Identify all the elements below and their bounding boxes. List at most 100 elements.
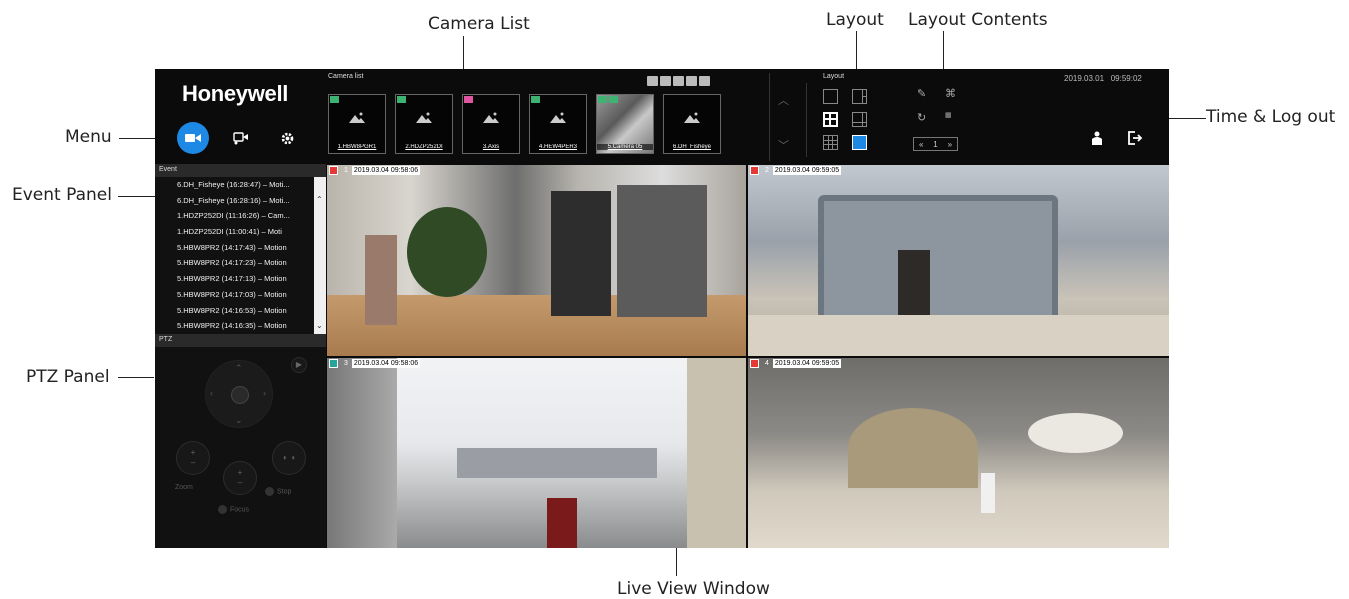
live-view-tile[interactable]: 2 2019.03.04 09:59:05 xyxy=(748,165,1169,356)
tile-timestamp: 2019.03.04 09:58:06 xyxy=(351,166,421,175)
tile-header: 4 2019.03.04 09:59:05 xyxy=(748,358,842,369)
event-list: 6.DH_Fisheye (16:28:47) – Moti... 6.DH_F… xyxy=(155,177,314,334)
camera-name: 2.HDZP252DI xyxy=(405,144,443,150)
minus-icon[interactable] xyxy=(647,76,658,86)
camera-name: 4.HEW4PER3 xyxy=(538,144,577,150)
layout-2x2-button[interactable] xyxy=(823,112,838,127)
layout-page-nav[interactable]: « 1 » xyxy=(913,137,958,151)
camera-list-label: Camera list xyxy=(328,73,364,80)
tile-timestamp: 2019.03.04 09:59:05 xyxy=(772,166,842,175)
layout-3x3-button[interactable] xyxy=(823,135,838,150)
scroll-down-icon[interactable]: ﹀ xyxy=(778,137,789,153)
live-view-tile[interactable]: 4 2019.03.04 09:59:05 xyxy=(748,358,1169,548)
zoom-control[interactable]: + – xyxy=(176,441,210,475)
user-icon[interactable] xyxy=(1091,131,1103,145)
tile-timestamp: 2019.03.04 09:59:05 xyxy=(772,359,842,368)
camera-config-menu-button[interactable] xyxy=(225,122,257,154)
camera-thumb[interactable]: 6.DH_Fisheye xyxy=(663,94,721,154)
callout-camera-list: Camera List xyxy=(428,14,530,34)
camera-thumb[interactable]: 4.HEW4PER3 xyxy=(529,94,587,154)
record-icon[interactable] xyxy=(686,76,697,86)
tile-header: 1 2019.03.04 09:58:06 xyxy=(327,165,421,176)
camera-thumb[interactable]: 1.HBW8PGR1 xyxy=(328,94,386,154)
chevron-down-icon[interactable]: ⌄ xyxy=(235,415,243,426)
tile-status-indicator xyxy=(329,166,338,175)
list-item[interactable]: 1.HDZP252DI (11:16:26) – Cam... xyxy=(155,208,314,224)
back-icon[interactable] xyxy=(660,76,671,86)
chevron-up-icon[interactable]: ⌃ xyxy=(316,195,323,204)
logout-icon[interactable] xyxy=(1127,131,1143,145)
live-view-tile[interactable]: 3 2019.03.04 09:58:06 xyxy=(327,358,746,548)
status-tag xyxy=(330,96,339,103)
list-item[interactable]: 6.DH_Fisheye (16:28:16) – Moti... xyxy=(155,193,314,209)
iris-control[interactable]: ◐ ◑ xyxy=(272,441,306,475)
scroll-up-icon[interactable]: ︿ xyxy=(778,92,789,108)
clock: 2019.03.01 09:59:02 xyxy=(1064,74,1142,83)
tile-number: 4 xyxy=(765,360,769,367)
ptz-panel-header: PTZ xyxy=(155,334,326,347)
top-bar: Honeywell Camera list 1.HBW8PGR1 2.HDZP2… xyxy=(155,69,1169,164)
date-display: 2019.03.01 xyxy=(1064,74,1105,83)
layout-1x1-button[interactable] xyxy=(823,89,838,104)
chevron-up-icon[interactable]: ⌃ xyxy=(235,363,243,374)
left-panel: Event 6.DH_Fisheye (16:28:47) – Moti... … xyxy=(155,164,326,548)
callout-time-logout: Time & Log out xyxy=(1206,107,1336,127)
download-icon[interactable] xyxy=(699,76,710,86)
honeywell-app-window: Honeywell Camera list 1.HBW8PGR1 2.HDZP2… xyxy=(155,69,1169,548)
list-item[interactable]: 1.HDZP252DI (11:00:41) – Moti xyxy=(155,224,314,240)
chevron-left-icon[interactable]: ‹ xyxy=(210,388,213,398)
joystick-center[interactable] xyxy=(231,386,249,404)
focus-control[interactable]: + – xyxy=(223,461,257,495)
event-scrollbar[interactable]: ⌃ ⌄ xyxy=(314,177,326,334)
ptz-joystick[interactable]: ⌃ ⌄ ‹ › xyxy=(205,360,273,428)
image-placeholder-icon xyxy=(483,112,499,123)
status-tag xyxy=(464,96,473,103)
camera-name: 1.HBW8PGR1 xyxy=(337,144,377,150)
grid-toggle-icon[interactable]: ▦ xyxy=(945,111,952,119)
callout-ptz-panel: PTZ Panel xyxy=(26,367,110,387)
zoom-label: Zoom xyxy=(175,484,193,491)
image-placeholder-icon xyxy=(349,112,365,123)
list-item[interactable]: 5.HBW8PR2 (14:17:13) – Motion xyxy=(155,271,314,287)
status-tag xyxy=(397,96,406,103)
camera-list: 1.HBW8PGR1 2.HDZP252DI 3.Axis 4.HEW4PER3… xyxy=(328,94,721,154)
camera-thumb[interactable]: 2.HDZP252DI xyxy=(395,94,453,154)
focus-label: Focus xyxy=(218,505,249,514)
ptz-play-button[interactable]: ▶ xyxy=(291,357,307,373)
image-placeholder-icon xyxy=(684,112,700,123)
camera-thumb[interactable]: 5.Camera 05 xyxy=(596,94,654,154)
settings-menu-button[interactable] xyxy=(271,122,303,154)
tile-header: 2 2019.03.04 09:59:05 xyxy=(748,165,842,176)
eye-icon[interactable] xyxy=(673,76,684,86)
live-view-menu-button[interactable] xyxy=(177,122,209,154)
fullscreen-icon[interactable]: ⌘ xyxy=(945,87,956,100)
camera-name: 5.Camera 05 xyxy=(597,144,653,150)
prev-page-icon[interactable]: « xyxy=(919,140,923,149)
live-view-tile[interactable]: 1 2019.03.04 09:58:06 xyxy=(327,165,746,356)
status-tag xyxy=(609,96,618,103)
list-item[interactable]: 5.HBW8PR2 (14:16:35) – Motion xyxy=(155,318,314,334)
tile-number: 2 xyxy=(765,167,769,174)
list-item[interactable]: 5.HBW8PR2 (14:17:03) – Motion xyxy=(155,287,314,303)
chevron-right-icon[interactable]: › xyxy=(263,388,266,398)
event-panel-header: Event xyxy=(155,164,326,177)
stop-icon[interactable] xyxy=(265,487,274,496)
list-item[interactable]: 5.HBW8PR2 (14:17:23) – Motion xyxy=(155,255,314,271)
tile-status-indicator xyxy=(329,359,338,368)
layout-page-number: 1 xyxy=(933,139,938,149)
refresh-icon[interactable]: ↻ xyxy=(917,111,926,124)
time-display: 09:59:02 xyxy=(1110,74,1142,83)
chevron-down-icon[interactable]: ⌄ xyxy=(316,321,323,330)
layout-single-selected-button[interactable] xyxy=(852,135,867,150)
camera-name: 3.Axis xyxy=(482,144,500,150)
tile-header: 3 2019.03.04 09:58:06 xyxy=(327,358,421,369)
layout-1-plus-2-button[interactable] xyxy=(852,89,867,104)
list-item[interactable]: 5.HBW8PR2 (14:17:43) – Motion xyxy=(155,240,314,256)
list-item[interactable]: 6.DH_Fisheye (16:28:47) – Moti... xyxy=(155,177,314,193)
camera-thumb[interactable]: 3.Axis xyxy=(462,94,520,154)
list-item[interactable]: 5.HBW8PR2 (14:16:53) – Motion xyxy=(155,303,314,319)
next-page-icon[interactable]: » xyxy=(948,140,952,149)
layout-1-plus-3-button[interactable] xyxy=(852,112,867,127)
edit-layout-icon[interactable]: ✎ xyxy=(917,87,926,100)
video-camera-icon xyxy=(185,134,201,142)
